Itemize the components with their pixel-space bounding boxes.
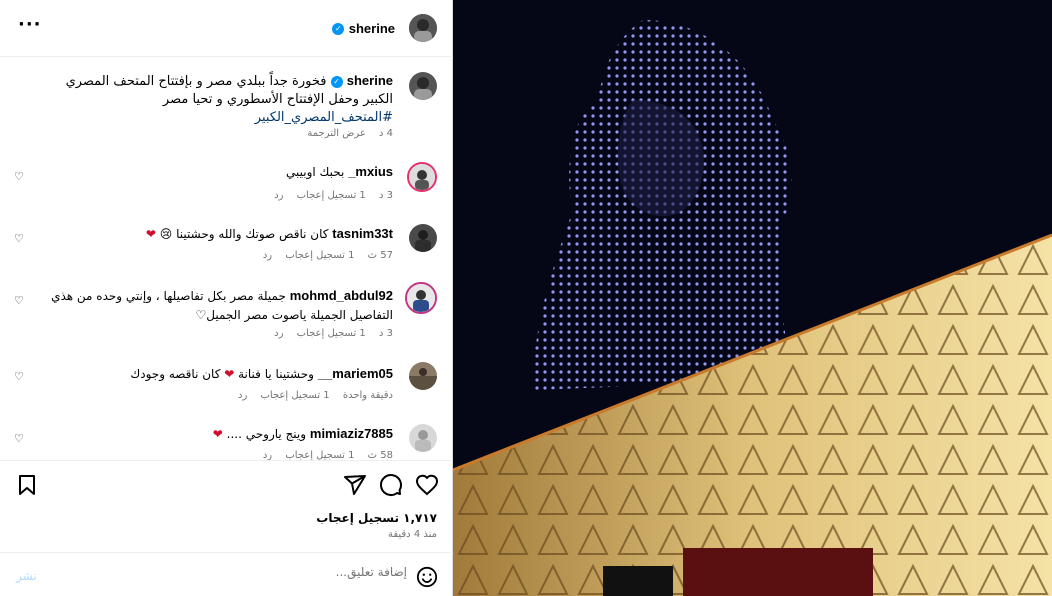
add-comment-bar: نشر [0,552,453,596]
comment-likes[interactable]: 1 تسجيل إعجاب [261,390,330,401]
translate-link[interactable]: عرض الترجمة [307,128,365,139]
comment-age: 3 د [378,190,393,201]
caption-text: فخورة جداً ببلدي مصر و بإفتتاح المتحف ال… [65,74,393,107]
reply-button[interactable]: رد [274,190,283,201]
comment-username[interactable]: mariem05__ [318,366,393,381]
comment-text-continued: كان ناقصه وجودك [130,367,221,381]
comment: tasnim33t كان ناقص صوتك والله وحشتينا 😢 … [43,224,393,244]
comment-avatar[interactable] [409,362,437,390]
comment-like-heart-icon[interactable]: ♡ [14,432,24,445]
comment-avatar[interactable] [407,162,437,192]
comment-input[interactable] [107,565,407,579]
bookmark-icon[interactable] [15,473,39,497]
more-icon[interactable]: ··· [18,14,42,35]
post-panel: ··· ✓ sherine sherine ✓ فخورة جداً ببلدي… [0,0,453,596]
reply-button[interactable]: رد [263,250,272,261]
reply-button[interactable]: رد [274,328,283,339]
caption-username[interactable]: sherine [347,73,393,88]
caption-hashtag[interactable]: #المتحف_المصري_الكبير [255,110,393,125]
comment-username[interactable]: tasnim33t [332,226,393,241]
comment-avatar[interactable] [409,424,437,452]
comment-likes[interactable]: 1 تسجيل إعجاب [297,328,366,339]
post-time: منذ 4 دقيقة [387,529,437,540]
comment-username[interactable]: mohmd_abdul92 [290,288,393,303]
red-heart-icon: ❤ [145,227,156,241]
comment-like-heart-icon[interactable]: ♡ [14,170,24,183]
comment: mariem05__ وحشتينا يا فنانة ❤ كان ناقصه … [43,364,393,384]
comment-like-heart-icon[interactable]: ♡ [14,370,24,383]
comment-username[interactable]: mimiaziz7885 [310,426,393,441]
comment-age: 58 ث [367,450,393,460]
heart-icon[interactable] [415,473,439,497]
pyramid-drone-show-image [453,0,1052,596]
comment-text: وحشتينا يا فنانة [238,367,314,381]
post-image[interactable] [453,0,1052,596]
comment-meta: 3 د 1 تسجيل إعجاب رد [264,190,393,201]
comment-meta: 58 ث 1 تسجيل إعجاب رد [253,450,393,460]
reply-button[interactable]: رد [263,450,272,460]
caption-age: 4 د [378,128,393,139]
comment-meta: دقيقة واحدة 1 تسجيل إعجاب رد [228,390,393,401]
caption-meta: 4 د عرض الترجمة [297,128,393,139]
reply-button[interactable]: رد [238,390,247,401]
caption-avatar[interactable] [409,72,437,100]
comment-like-heart-icon[interactable]: ♡ [14,294,24,307]
comment-age: 57 ث [367,250,393,261]
action-bar: ١,٧١٧ تسجيل إعجاب منذ 4 دقيقة [0,460,453,552]
comment-likes[interactable]: 1 تسجيل إعجاب [285,450,354,460]
comment-meta: 57 ث 1 تسجيل إعجاب رد [253,250,393,261]
comment-text: وينج ياروحي .... [226,427,307,441]
comment-text: بحبك اوبيبي [286,165,345,179]
comment-likes[interactable]: 1 تسجيل إعجاب [285,250,354,261]
post-comment-button[interactable]: نشر [16,569,37,583]
share-icon[interactable] [343,473,367,497]
red-heart-icon: ❤ [212,427,223,441]
verified-badge-icon: ✓ [330,75,343,88]
comment-text: كان ناقص صوتك والله وحشتينا 😢 [159,227,329,241]
comment-like-heart-icon[interactable]: ♡ [14,232,24,245]
post-header: ··· ✓ sherine [0,0,453,57]
comment-age: 3 د [378,328,393,339]
comment: mohmd_abdul92 جميلة مصر بكل تفاصيلها ، و… [43,286,393,325]
comment-age: دقيقة واحدة [342,390,393,401]
header-username-row[interactable]: ✓ sherine [332,20,395,38]
comment-meta: 3 د 1 تسجيل إعجاب رد [264,328,393,339]
comment-avatar[interactable] [409,224,437,252]
comment-username[interactable]: mxius_ [348,164,393,179]
header-avatar[interactable] [409,14,437,42]
comment-likes[interactable]: 1 تسجيل إعجاب [297,190,366,201]
comment: mimiaziz7885 وينج ياروحي .... ❤ [43,424,393,444]
comment-icon[interactable] [379,473,403,497]
verified-badge-icon: ✓ [332,22,345,35]
caption: sherine ✓ فخورة جداً ببلدي مصر و بإفتتاح… [33,72,393,127]
comments-list[interactable]: sherine ✓ فخورة جداً ببلدي مصر و بإفتتاح… [0,58,453,460]
red-heart-icon: ❤ [224,367,235,381]
likes-count[interactable]: ١,٧١٧ تسجيل إعجاب [316,511,437,525]
header-username[interactable]: sherine [349,21,395,36]
comment: mxius_ بحبك اوبيبي [43,162,393,182]
smiley-icon[interactable] [416,566,438,588]
comment-avatar[interactable] [405,282,437,314]
